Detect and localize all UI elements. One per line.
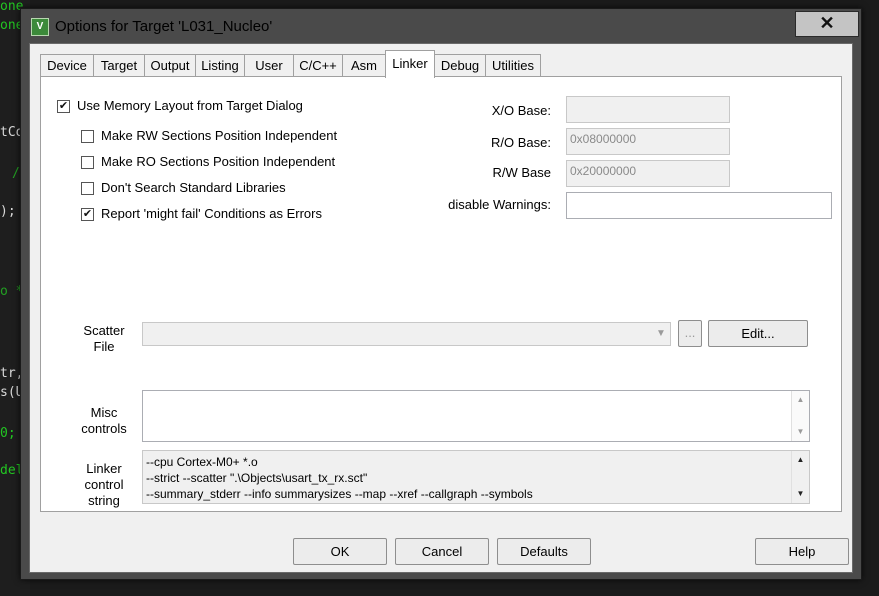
tab-listing[interactable]: Listing	[195, 54, 245, 77]
linker-string-label-2: control	[84, 477, 124, 492]
code-line: /	[12, 166, 20, 181]
linker-string-line: --strict --scatter ".\Objects\usart_tx_r…	[146, 471, 368, 485]
tab-user[interactable]: User	[244, 54, 294, 77]
ok-button[interactable]: OK	[293, 538, 387, 565]
tab-output[interactable]: Output	[144, 54, 196, 77]
misc-scrollbar[interactable]: ▲ ▼	[791, 391, 809, 441]
help-button[interactable]: Help	[755, 538, 849, 565]
ro-base-value: 0x08000000	[570, 132, 637, 146]
checkbox-checked-icon[interactable]: ✔	[81, 208, 94, 221]
tab-debug[interactable]: Debug	[434, 54, 486, 77]
tab-asm[interactable]: Asm	[342, 54, 386, 77]
xo-base-label: X/O Base:	[491, 103, 551, 118]
browse-scatter-button[interactable]: ...	[678, 320, 702, 347]
app-logo-icon: V	[31, 18, 49, 36]
linker-string-line: --summary_stderr --info summarysizes --m…	[146, 487, 533, 501]
misc-controls-textarea[interactable]: ▲ ▼	[142, 390, 810, 442]
misc-controls-label-1: Misc	[90, 405, 118, 420]
checkbox-box[interactable]	[81, 130, 94, 143]
disable-warnings-field[interactable]	[566, 192, 832, 219]
checkbox-box[interactable]	[81, 156, 94, 169]
checkbox-checked-icon[interactable]: ✔	[57, 100, 70, 113]
options-dialog: V Options for Target 'L031_Nucleo' ✕ Dev…	[20, 8, 862, 580]
tab-device[interactable]: Device	[40, 54, 94, 77]
code-line: 0;	[0, 426, 16, 441]
rw-base-value: 0x20000000	[570, 164, 637, 178]
linker-string-scrollbar[interactable]: ▲ ▼	[791, 451, 809, 503]
xo-base-field[interactable]	[566, 96, 730, 123]
title-bar[interactable]: V Options for Target 'L031_Nucleo' ✕	[21, 9, 861, 43]
rw-base-field[interactable]: 0x20000000	[566, 160, 730, 187]
ro-base-field[interactable]: 0x08000000	[566, 128, 730, 155]
checkbox-label: Report 'might fail' Conditions as Errors	[101, 206, 322, 221]
scatter-file-label-2: File	[93, 339, 115, 354]
linker-string-label-3: string	[88, 493, 120, 508]
disable-warnings-label: disable Warnings:	[448, 197, 551, 212]
close-button[interactable]: ✕	[795, 11, 859, 37]
code-line: );	[0, 204, 16, 219]
scatter-file-label-1: Scatter	[83, 323, 125, 338]
checkbox-label: Use Memory Layout from Target Dialog	[77, 98, 303, 113]
scroll-up-icon[interactable]: ▲	[792, 453, 809, 467]
checkbox-label: Make RO Sections Position Independent	[101, 154, 336, 169]
scroll-up-icon[interactable]: ▲	[792, 393, 809, 407]
defaults-button[interactable]: Defaults	[497, 538, 591, 565]
window-title: Options for Target 'L031_Nucleo'	[55, 18, 273, 35]
ro-base-label: R/O Base:	[491, 135, 551, 150]
linker-string-line: --cpu Cortex-M0+ *.o	[146, 455, 258, 469]
checkbox-label: Don't Search Standard Libraries	[101, 180, 286, 195]
rw-base-label: R/W Base	[492, 165, 551, 180]
misc-controls-label-2: controls	[81, 421, 127, 436]
tab-c-cpp[interactable]: C/C++	[293, 54, 343, 77]
linker-control-string-box[interactable]: --cpu Cortex-M0+ *.o --strict --scatter …	[142, 450, 810, 504]
tab-linker[interactable]: Linker	[385, 50, 435, 78]
scroll-down-icon[interactable]: ▼	[792, 487, 809, 501]
tab-utilities[interactable]: Utilities	[485, 54, 541, 77]
chevron-down-icon[interactable]: ▼	[652, 323, 670, 345]
scroll-down-icon[interactable]: ▼	[792, 425, 809, 439]
checkbox-box[interactable]	[81, 182, 94, 195]
linker-panel: ✔ Use Memory Layout from Target Dialog M…	[40, 76, 842, 512]
cancel-button[interactable]: Cancel	[395, 538, 489, 565]
checkbox-label: Make RW Sections Position Independent	[101, 128, 338, 143]
dialog-body: Device Target Output Listing User C/C++ …	[29, 43, 853, 573]
linker-string-label-1: Linker	[86, 461, 122, 476]
edit-scatter-button[interactable]: Edit...	[708, 320, 808, 347]
tab-target[interactable]: Target	[93, 54, 145, 77]
scatter-file-combo[interactable]: ▼	[142, 322, 671, 346]
